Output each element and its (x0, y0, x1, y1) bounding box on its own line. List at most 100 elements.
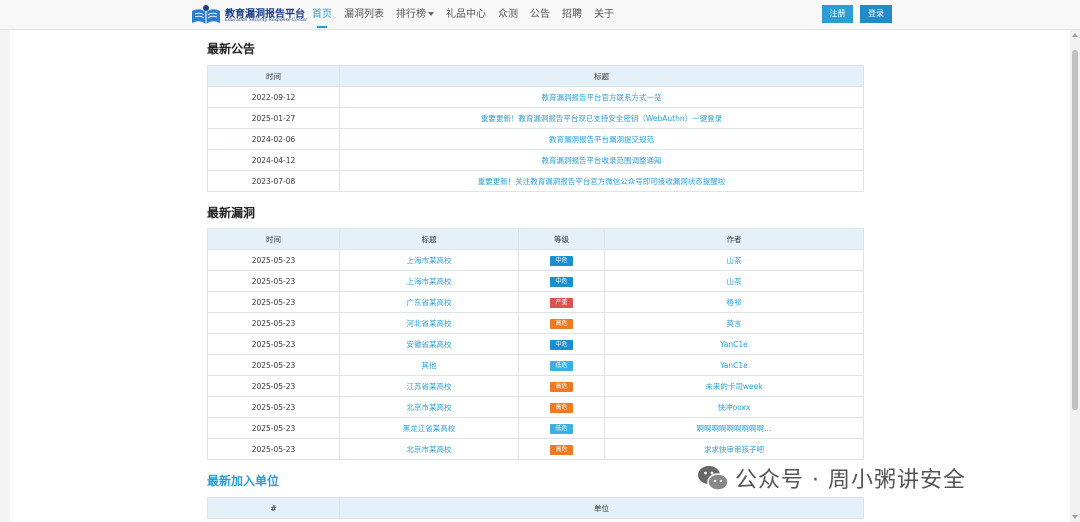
vuln-title-link[interactable]: 河北省某高校 (339, 312, 519, 334)
level-badge: 低危 (550, 423, 573, 434)
announcement-title-link[interactable]: 教育漏洞报告平台漏洞提交规范 (339, 128, 864, 150)
vuln-date: 2025-05-23 (207, 417, 340, 439)
nav-gift-center[interactable]: 礼品中心 (440, 0, 492, 29)
table-row: 2025-05-23 北京市某高校 高危 快冲ooxx (207, 396, 864, 418)
announcements-header-row: 时间 标题 (207, 65, 864, 87)
vuln-level-cell: 高危 (518, 396, 605, 418)
units-title: 最新加入单位 (207, 474, 280, 488)
vuln-author-link[interactable]: YanC1e (604, 333, 864, 355)
nav-vuln-list[interactable]: 漏洞列表 (338, 0, 390, 29)
level-badge: 中危 (550, 339, 573, 350)
vuln-level-cell: 高危 (518, 312, 605, 334)
announcement-title-link[interactable]: 教育漏洞报告平台官方联系方式一览 (339, 86, 864, 108)
vuln-title-link[interactable]: 黑龙江省某高校 (339, 417, 519, 439)
column-header-author: 作者 (604, 228, 864, 250)
vuln-title-link[interactable]: 上海市某高校 (339, 249, 519, 271)
vuln-date: 2025-05-23 (207, 249, 340, 271)
vuln-date: 2025-05-23 (207, 291, 340, 313)
table-row: 2025-05-23 其他 低危 YanC1e (207, 354, 864, 376)
table-row: 2023-07-08 重要更新！关注教育漏洞报告平台官方微信公众号即可接收漏洞状态… (207, 170, 864, 192)
vuln-title-link[interactable]: 江苏省某高校 (339, 375, 519, 397)
nav-gift-center-label: 礼品中心 (446, 9, 486, 20)
table-row: 2025-05-23 广东省某高校 严重 梧祁 (207, 291, 864, 313)
vulns-table: 时间 标题 等级 作者 2025-05-23 上海市某高校 中危 山茶 2025-05-… (207, 228, 864, 460)
scroll-thumb[interactable] (1072, 50, 1078, 410)
announcement-title-link[interactable]: 教育漏洞报告平台收录范围调整通知 (339, 149, 864, 171)
vuln-level-cell: 高危 (518, 375, 605, 397)
nav-leaderboard-label: 排行榜 (396, 9, 426, 20)
vuln-author-link[interactable]: 啊啊啊啊啊啊啊啊啊… (604, 417, 864, 439)
vuln-author-link[interactable]: 梧祁 (604, 291, 864, 313)
announcement-date: 2023-07-08 (207, 170, 340, 192)
table-row: 2025-01-27 重要更新！教育漏洞报告平台现已支持安全密钥（WebAuthn… (207, 107, 864, 129)
table-row: 2025-05-23 黑龙江省某高校 低危 啊啊啊啊啊啊啊啊啊… (207, 417, 864, 439)
announcement-title-link[interactable]: 重要更新！关注教育漏洞报告平台官方微信公众号即可接收漏洞状态提醒啦 (339, 170, 864, 192)
vuln-level-cell: 中危 (518, 270, 605, 292)
nav-about-label: 关于 (594, 9, 614, 20)
announcements-title: 最新公告 (207, 42, 256, 56)
table-row: 2025-05-23 安徽省某高校 中危 YanC1e (207, 333, 864, 355)
vuln-title-link[interactable]: 广东省某高校 (339, 291, 519, 313)
vuln-date: 2025-05-23 (207, 270, 340, 292)
level-badge: 中危 (550, 255, 573, 266)
vulns-title: 最新漏洞 (207, 206, 256, 220)
vuln-level-cell: 高危 (518, 438, 605, 460)
column-header-unit: 单位 (339, 497, 864, 519)
vuln-title-link[interactable]: 其他 (339, 354, 519, 376)
announcements-body: 2022-09-12 教育漏洞报告平台官方联系方式一览 2025-01-27 重要更新… (207, 86, 864, 192)
vuln-title-link[interactable]: 安徽省某高校 (339, 333, 519, 355)
vuln-level-cell: 低危 (518, 354, 605, 376)
vuln-date: 2025-05-23 (207, 312, 340, 334)
vuln-author-link[interactable]: 山茶 (604, 249, 864, 271)
announcement-date: 2024-02-06 (207, 128, 340, 150)
nav-crowdtest[interactable]: 众测 (492, 0, 524, 29)
vuln-date: 2025-05-23 (207, 333, 340, 355)
vuln-level-cell: 低危 (518, 417, 605, 439)
level-badge: 低危 (550, 360, 573, 371)
login-button[interactable]: 登录 (860, 5, 892, 23)
wechat-icon (698, 466, 729, 491)
table-row: 2025-05-23 江苏省某高校 高危 未来的卡司week (207, 375, 864, 397)
level-badge: 高危 (550, 444, 573, 455)
vuln-author-link[interactable]: 未来的卡司week (604, 375, 864, 397)
vuln-author-link[interactable]: 快冲ooxx (604, 396, 864, 418)
announcement-title-link[interactable]: 重要更新！教育漏洞报告平台现已支持安全密钥（WebAuthn）一键登录 (339, 107, 864, 129)
nav-jobs-label: 招聘 (562, 9, 582, 20)
scroll-down-arrow-icon[interactable] (1072, 515, 1078, 519)
vuln-title-link[interactable]: 北京市某高校 (339, 438, 519, 460)
nav-about[interactable]: 关于 (588, 0, 620, 29)
announcements-table: 时间 标题 2022-09-12 教育漏洞报告平台官方联系方式一览 2025-01-… (207, 65, 864, 192)
table-row: 2024-02-06 教育漏洞报告平台漏洞提交规范 (207, 128, 864, 150)
column-header-title: 标题 (339, 65, 864, 87)
column-header-level: 等级 (518, 228, 605, 250)
announcement-date: 2025-01-27 (207, 107, 340, 129)
nav-announcements[interactable]: 公告 (524, 0, 556, 29)
nav-home[interactable]: 首页 (306, 0, 338, 29)
nav-jobs[interactable]: 招聘 (556, 0, 588, 29)
units-table: # 单位 (207, 497, 864, 519)
vuln-author-link[interactable]: 莫言 (604, 312, 864, 334)
table-row: 2025-05-23 北京市某高校 高危 求求快审审孩子吧 (207, 438, 864, 460)
scroll-up-arrow-icon[interactable] (1072, 33, 1078, 37)
vuln-author-link[interactable]: YanC1e (604, 354, 864, 376)
nav-leaderboard[interactable]: 排行榜 (390, 0, 440, 29)
vuln-author-link[interactable]: 山茶 (604, 270, 864, 292)
table-row: 2025-05-23 上海市某高校 中危 山茶 (207, 249, 864, 271)
nav-home-label: 首页 (312, 9, 332, 20)
announcement-date: 2022-09-12 (207, 86, 340, 108)
page-scrollbar[interactable] (1070, 30, 1080, 522)
column-header-time: 时间 (207, 65, 340, 87)
vuln-author-link[interactable]: 求求快审审孩子吧 (604, 438, 864, 460)
nav-vuln-list-label: 漏洞列表 (344, 9, 384, 20)
register-button[interactable]: 注册 (822, 5, 853, 23)
caret-down-icon (428, 12, 434, 16)
vuln-title-link[interactable]: 上海市某高校 (339, 270, 519, 292)
table-row: 2025-05-23 河北省某高校 高危 莫言 (207, 312, 864, 334)
level-badge: 高危 (550, 318, 573, 329)
logo-subtitle: Education Security Response Center (225, 18, 308, 23)
vuln-date: 2025-05-23 (207, 354, 340, 376)
vuln-title-link[interactable]: 北京市某高校 (339, 396, 519, 418)
main-nav: 首页 漏洞列表 排行榜 礼品中心 众测 公告 招聘 关于 (306, 0, 620, 29)
column-header-title: 标题 (339, 228, 519, 250)
site-logo[interactable]: 教育漏洞报告平台 Education Security Response Cen… (189, 3, 308, 27)
